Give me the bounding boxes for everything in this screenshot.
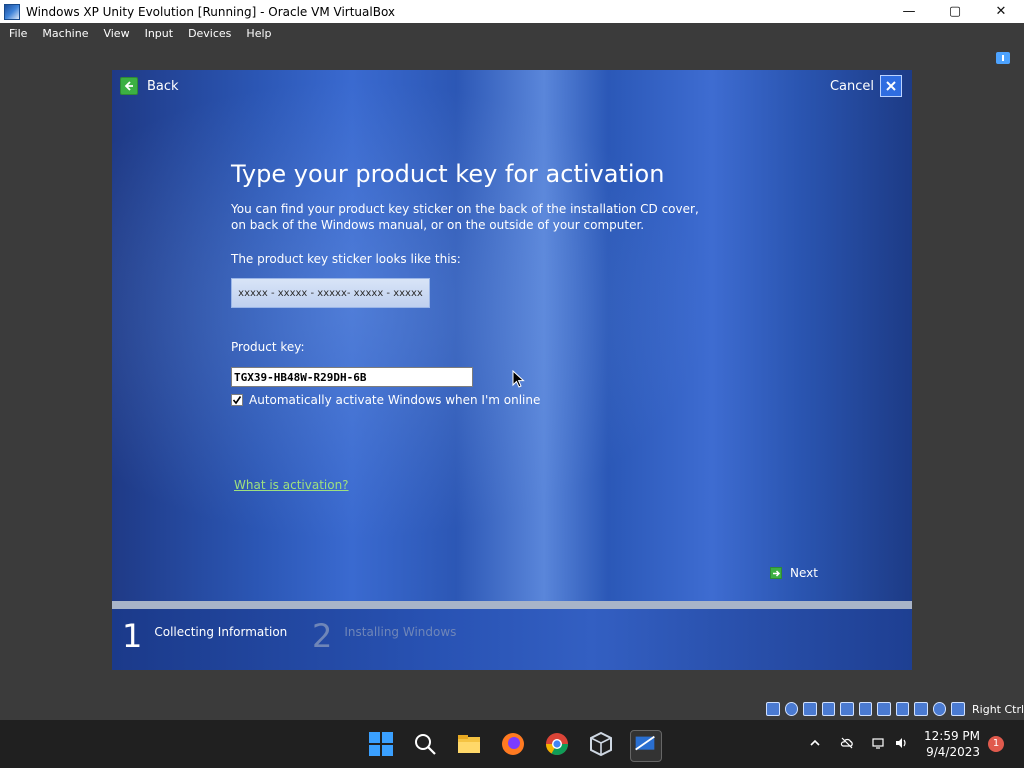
menu-devices[interactable]: Devices bbox=[182, 27, 237, 40]
close-x-icon bbox=[880, 75, 902, 97]
file-explorer-icon[interactable] bbox=[455, 730, 483, 758]
chrome-icon[interactable] bbox=[543, 730, 571, 758]
menu-machine[interactable]: Machine bbox=[36, 27, 94, 40]
window-controls: — ▢ ✕ bbox=[886, 0, 1024, 23]
step-number: 2 bbox=[312, 617, 333, 655]
keyboard-icon[interactable] bbox=[951, 702, 966, 716]
firefox-icon[interactable] bbox=[499, 730, 527, 758]
next-label: Next bbox=[790, 566, 818, 580]
step-number: 1 bbox=[122, 617, 143, 655]
cancel-label: Cancel bbox=[829, 78, 874, 94]
auto-activate-row[interactable]: Automatically activate Windows when I'm … bbox=[231, 393, 540, 407]
page-title: Type your product key for activation bbox=[231, 160, 665, 188]
taskbar: 12:59 PM 9/4/2023 bbox=[0, 720, 1024, 768]
setup-steps: 1 Collecting Information 2 Installing Wi… bbox=[112, 609, 912, 670]
display-icon[interactable] bbox=[877, 702, 891, 716]
network-icon[interactable] bbox=[821, 702, 836, 716]
cloud-offline-icon[interactable] bbox=[840, 736, 854, 750]
wizard-top-bar: Back Cancel bbox=[112, 70, 912, 100]
notification-badge[interactable]: 1 bbox=[988, 736, 1004, 752]
next-button[interactable]: Next bbox=[770, 566, 818, 580]
audio-icon[interactable] bbox=[803, 702, 817, 716]
auto-activate-checkbox[interactable] bbox=[231, 394, 243, 406]
virtualization-icon[interactable] bbox=[914, 702, 928, 716]
maximize-button[interactable]: ▢ bbox=[932, 0, 978, 23]
vbox-status-bar: Right Ctrl bbox=[766, 700, 1024, 718]
host-key-label: Right Ctrl bbox=[972, 702, 1024, 716]
step-label: Installing Windows bbox=[344, 625, 457, 639]
instructions-text: You can find your product key sticker on… bbox=[231, 202, 699, 232]
product-key-label: Product key: bbox=[231, 340, 305, 354]
what-is-activation-link[interactable]: What is activation? bbox=[234, 478, 349, 492]
step-label: Collecting Information bbox=[154, 625, 288, 639]
virtualbox-icon[interactable] bbox=[587, 730, 615, 758]
window-title: Windows XP Unity Evolution [Running] - O… bbox=[26, 4, 396, 19]
notification-icon[interactable] bbox=[996, 52, 1010, 64]
windows-start-icon[interactable] bbox=[367, 730, 395, 758]
back-label: Back bbox=[147, 78, 179, 94]
hard-disk-icon[interactable] bbox=[766, 702, 780, 716]
auto-activate-label: Automatically activate Windows when I'm … bbox=[249, 393, 541, 407]
virtualbox-app-icon bbox=[4, 3, 20, 20]
menu-help[interactable]: Help bbox=[240, 27, 277, 40]
back-button[interactable]: Back bbox=[120, 77, 179, 95]
vm-screen[interactable]: Back Cancel Type your product key for ac… bbox=[112, 70, 912, 670]
menu-bar: File Machine View Input Devices Help bbox=[0, 23, 1024, 43]
network-monitor-icon[interactable] bbox=[871, 736, 885, 750]
step-installing-windows: 2 Installing Windows bbox=[312, 619, 456, 653]
windows-xp-vm-icon[interactable] bbox=[630, 730, 662, 762]
next-arrow-icon bbox=[770, 567, 782, 579]
mouse-integration-icon[interactable] bbox=[932, 702, 947, 716]
product-key-input[interactable] bbox=[231, 367, 473, 387]
recording-icon[interactable] bbox=[895, 702, 910, 716]
sticker-label: The product key sticker looks like this: bbox=[231, 252, 461, 266]
wizard-divider bbox=[112, 601, 912, 609]
clock-time: 12:59 PM bbox=[924, 729, 980, 743]
system-clock[interactable]: 12:59 PM 9/4/2023 bbox=[920, 728, 980, 760]
product-key-sticker-example: xxxxx - xxxxx - xxxxx- xxxxx - xxxxx bbox=[231, 278, 430, 308]
step-collecting-information: 1 Collecting Information bbox=[122, 619, 287, 653]
search-icon[interactable] bbox=[411, 730, 439, 758]
clock-date: 9/4/2023 bbox=[926, 745, 980, 759]
back-arrow-icon bbox=[120, 77, 138, 95]
cancel-button[interactable]: Cancel bbox=[830, 75, 902, 97]
window-titlebar: Windows XP Unity Evolution [Running] - O… bbox=[0, 0, 1024, 23]
menu-view[interactable]: View bbox=[97, 27, 135, 40]
optical-drive-icon[interactable] bbox=[784, 702, 799, 716]
minimize-button[interactable]: — bbox=[886, 0, 932, 23]
usb-icon[interactable] bbox=[840, 702, 854, 716]
menu-file[interactable]: File bbox=[3, 27, 33, 40]
menu-input[interactable]: Input bbox=[139, 27, 179, 40]
volume-icon[interactable] bbox=[894, 736, 908, 750]
mouse-cursor-icon bbox=[512, 370, 525, 388]
shared-folders-icon[interactable] bbox=[858, 702, 873, 716]
chevron-up-icon[interactable] bbox=[808, 736, 822, 750]
close-button[interactable]: ✕ bbox=[978, 0, 1024, 23]
